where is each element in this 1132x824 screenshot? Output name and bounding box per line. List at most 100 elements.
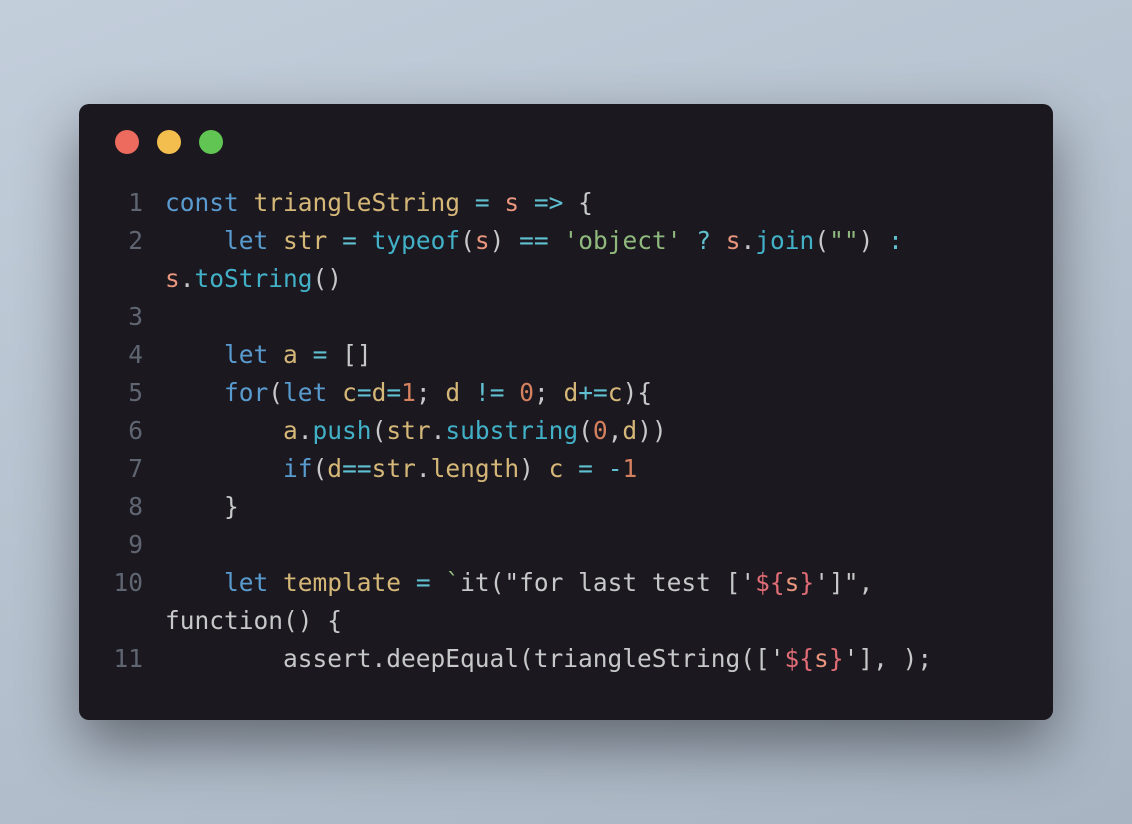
code-source[interactable]: let str = typeof(s) == 'object' ? s.join…: [165, 222, 1021, 298]
code-source[interactable]: let template = `it("for last test ['${s}…: [165, 564, 1021, 640]
token-kw: let: [224, 340, 268, 369]
window-titlebar: [115, 130, 1021, 154]
token-op: ==: [519, 226, 549, 255]
code-line: 11 assert.deepEqual(triangleString(['${s…: [111, 640, 1021, 678]
code-source[interactable]: const triangleString = s => {: [165, 184, 1021, 222]
token-pn: [165, 454, 283, 483]
line-number: 4: [111, 336, 165, 374]
token-typ: typeof: [372, 226, 461, 255]
token-fn: d: [372, 378, 387, 407]
token-op: ?: [696, 226, 711, 255]
code-source[interactable]: for(let c=d=1; d != 0; d+=c){: [165, 374, 1021, 412]
token-pn: []: [327, 340, 371, 369]
code-source[interactable]: a.push(str.substring(0,d)): [165, 412, 1021, 450]
token-pn: .: [298, 416, 313, 445]
window-minimize-button[interactable]: [157, 130, 181, 154]
token-fn: c: [342, 378, 357, 407]
token-pn: [903, 226, 918, 255]
token-par: s: [726, 226, 741, 255]
code-window: 1const triangleString = s => {2 let str …: [79, 104, 1053, 720]
token-kw: let: [224, 568, 268, 597]
token-str: 'object': [563, 226, 681, 255]
token-pn: [357, 226, 372, 255]
token-op: :: [888, 226, 903, 255]
token-pn: [490, 188, 505, 217]
token-pn: }: [165, 492, 239, 521]
token-pn: .: [416, 454, 431, 483]
token-par: s: [785, 568, 800, 597]
token-pn: .: [431, 416, 446, 445]
code-source[interactable]: }: [165, 488, 1021, 526]
line-number: 6: [111, 412, 165, 450]
token-pn: [165, 226, 224, 255]
token-pn: (: [313, 454, 328, 483]
token-ti: '], );: [844, 644, 933, 673]
token-pn: ;: [416, 378, 446, 407]
code-line: 4 let a = []: [111, 336, 1021, 374]
token-pn: ,: [608, 416, 623, 445]
token-op: !=: [475, 378, 505, 407]
token-pn: ): [859, 226, 889, 255]
token-num: 1: [401, 378, 416, 407]
token-fnc: toString: [195, 264, 313, 293]
code-line: 5 for(let c=d=1; d != 0; d+=c){: [111, 374, 1021, 412]
token-pn: ): [519, 454, 549, 483]
token-fn: a: [283, 340, 298, 369]
code-source[interactable]: if(d==str.length) c = -1: [165, 450, 1021, 488]
token-fn: str: [372, 454, 416, 483]
window-zoom-button[interactable]: [199, 130, 223, 154]
line-number: 2: [111, 222, 165, 260]
token-op: =: [357, 378, 372, 407]
token-fn: c: [608, 378, 623, 407]
code-editor[interactable]: 1const triangleString = s => {2 let str …: [111, 184, 1021, 678]
token-str: "": [829, 226, 859, 255]
token-op: =: [578, 454, 593, 483]
token-pn: [593, 454, 608, 483]
token-pn: [504, 378, 519, 407]
token-num: 0: [593, 416, 608, 445]
code-line: 9: [111, 526, 1021, 564]
code-line: 6 a.push(str.substring(0,d)): [111, 412, 1021, 450]
token-fnc: join: [755, 226, 814, 255]
token-red: ${: [785, 644, 815, 673]
line-number: 7: [111, 450, 165, 488]
line-number: 8: [111, 488, 165, 526]
line-number: 10: [111, 564, 165, 602]
token-par: s: [165, 264, 180, 293]
token-pn: [165, 416, 283, 445]
window-close-button[interactable]: [115, 130, 139, 154]
code-line: 1const triangleString = s => {: [111, 184, 1021, 222]
page-background: 1const triangleString = s => {2 let str …: [0, 0, 1132, 824]
token-fn: d: [622, 416, 637, 445]
token-fn: str: [386, 416, 430, 445]
token-op: +=: [578, 378, 608, 407]
token-fnc: push: [313, 416, 372, 445]
token-red: }: [799, 568, 814, 597]
token-op: =: [313, 340, 328, 369]
token-op: =: [416, 568, 431, 597]
token-pn: [298, 340, 313, 369]
token-pn: [519, 188, 534, 217]
code-line: 8 }: [111, 488, 1021, 526]
token-pn: [681, 226, 696, 255]
line-number: 3: [111, 298, 165, 336]
token-pn: )): [637, 416, 667, 445]
token-num: 0: [519, 378, 534, 407]
token-pn: ){: [623, 378, 653, 407]
token-pn: [327, 226, 342, 255]
token-pn: (: [268, 378, 283, 407]
token-pn: [165, 568, 224, 597]
token-kw: let: [224, 226, 268, 255]
token-kw: let: [283, 378, 327, 407]
token-red: ${: [755, 568, 785, 597]
line-number: 9: [111, 526, 165, 564]
token-op: -: [608, 454, 623, 483]
token-fn: length: [431, 454, 520, 483]
token-op: ==: [342, 454, 372, 483]
token-fn: str: [283, 226, 327, 255]
token-kw: for: [224, 378, 268, 407]
token-op: =: [475, 188, 490, 217]
code-source[interactable]: let a = []: [165, 336, 1021, 374]
code-line: 7 if(d==str.length) c = -1: [111, 450, 1021, 488]
code-source[interactable]: assert.deepEqual(triangleString(['${s}']…: [165, 640, 1021, 678]
